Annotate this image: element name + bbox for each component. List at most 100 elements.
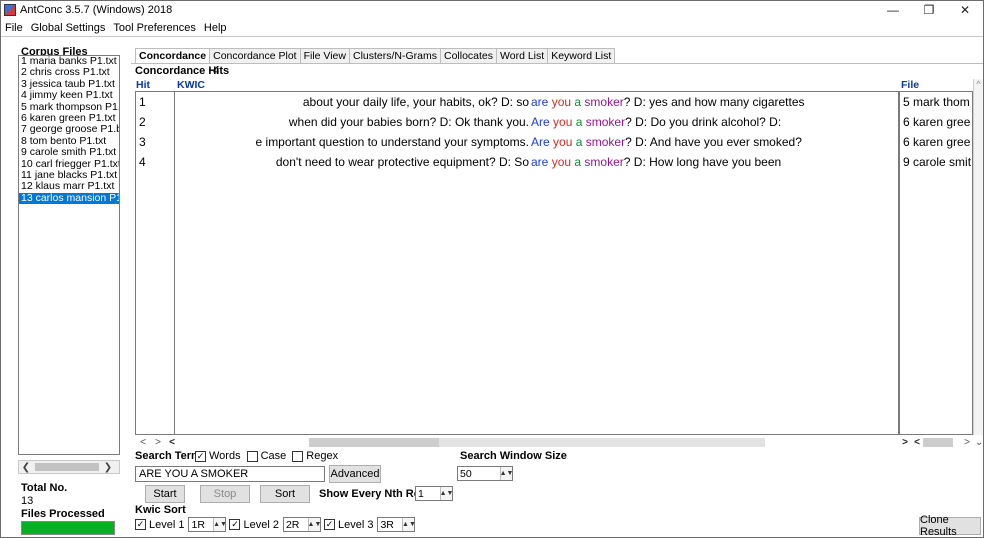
corpus-file-item[interactable]: 2 chris cross P1.txt <box>19 67 119 78</box>
kwic-keyword[interactable]: Are <box>531 135 550 149</box>
level3-checkbox[interactable]: ✓ Level 3 <box>323 519 373 531</box>
scroll-thumb[interactable] <box>309 437 439 447</box>
regex-checkbox[interactable]: Regex <box>292 450 338 462</box>
corpus-file-list[interactable]: 1 maria banks P1.txt 2 chris cross P1.txt… <box>18 55 120 455</box>
hit-number[interactable]: 4 <box>136 152 174 172</box>
corpus-file-item[interactable]: 1 maria banks P1.txt <box>19 56 119 67</box>
kwic-keyword[interactable]: you <box>552 95 571 109</box>
menu-file[interactable]: File <box>5 22 23 34</box>
kwic-row[interactable]: when did your babies born? D: Ok thank y… <box>175 112 898 132</box>
advanced-button[interactable]: Advanced <box>329 465 381 483</box>
kwic-keyword[interactable]: smoker <box>584 95 623 109</box>
kwic-row[interactable]: don't need to wear protective equipment?… <box>175 152 898 172</box>
kwic-keyword-and-right-context[interactable]: Are you a smoker? D: And have you ever s… <box>531 132 802 152</box>
sort-button[interactable]: Sort <box>260 485 310 503</box>
kwic-keyword-and-right-context[interactable]: are you a smoker? D: yes and how many ci… <box>531 92 805 112</box>
stop-button[interactable]: Stop <box>200 485 250 503</box>
spin-updown-icon[interactable]: ▲▼ <box>440 487 453 500</box>
kwic-keyword[interactable]: a <box>576 135 583 149</box>
scroll-right-icon[interactable]: > <box>151 437 165 448</box>
hit-number-column[interactable]: 1234 <box>135 91 175 435</box>
kwic-keyword[interactable]: a <box>576 115 583 129</box>
nth-row-value[interactable]: 1 <box>416 488 440 500</box>
minimize-button[interactable]: — <box>875 1 911 19</box>
corpus-file-item[interactable]: 11 jane blacks P1.txt <box>19 170 119 181</box>
kwic-row[interactable]: about your daily life, your habits, ok? … <box>175 92 898 112</box>
corpus-file-item[interactable]: 7 george groose P1.b <box>19 124 119 135</box>
hit-number[interactable]: 2 <box>136 112 174 132</box>
kwic-keyword[interactable]: smoker <box>586 115 625 129</box>
tab-concordance-plot[interactable]: Concordance Plot <box>209 48 301 63</box>
corpus-file-item[interactable]: 13 carlos mansion P1. <box>19 192 119 205</box>
kwic-keyword[interactable]: a <box>574 155 581 169</box>
scroll-up-icon[interactable]: ^ <box>974 79 983 89</box>
file-column-vscrollbar[interactable]: ^ <box>973 79 983 435</box>
case-checkbox[interactable]: Case <box>246 450 286 462</box>
scroll-track[interactable] <box>439 437 765 447</box>
level1-value[interactable]: 1R <box>189 519 213 531</box>
scroll-right-icon[interactable]: > <box>959 437 975 448</box>
column-header-hit[interactable]: Hit <box>136 79 150 91</box>
window-size-value[interactable]: 50 <box>458 468 500 480</box>
file-hscrollbar[interactable]: > < > ⌄ <box>899 435 983 449</box>
restore-button[interactable]: ❐ <box>911 1 947 19</box>
corpus-file-item[interactable]: 10 carl friegger P1.txt <box>19 159 119 170</box>
kwic-keyword[interactable]: smoker <box>584 155 623 169</box>
hit-number[interactable]: 3 <box>136 132 174 152</box>
scroll-left-icon[interactable]: < <box>165 437 179 448</box>
file-cell[interactable]: 5 mark thom <box>900 92 972 112</box>
menu-help[interactable]: Help <box>204 22 227 34</box>
menu-global-settings[interactable]: Global Settings <box>31 22 106 34</box>
spin-updown-icon[interactable]: ▲▼ <box>308 518 321 531</box>
kwic-keyword[interactable]: are <box>531 95 548 109</box>
words-checkbox[interactable]: ✓ Words <box>195 450 241 462</box>
kwic-keyword[interactable]: Are <box>531 115 550 129</box>
start-button[interactable]: Start <box>145 485 185 503</box>
file-cell[interactable]: 6 karen gree <box>900 112 972 132</box>
spin-updown-icon[interactable]: ▲▼ <box>402 518 416 531</box>
scroll-left-icon[interactable]: < <box>135 437 151 448</box>
nth-row-stepper[interactable]: 1 ▲▼ <box>415 486 453 501</box>
spin-updown-icon[interactable]: ▲▼ <box>213 518 227 531</box>
column-header-kwic[interactable]: KWIC <box>177 79 205 91</box>
kwic-keyword[interactable]: you <box>552 155 571 169</box>
file-cell[interactable]: 6 karen gree <box>900 132 972 152</box>
level2-checkbox[interactable]: ✓ Level 2 <box>229 519 279 531</box>
search-term-input[interactable]: ARE YOU A SMOKER <box>135 466 325 482</box>
corpus-file-item[interactable]: 5 mark thompson P1.t <box>19 102 119 113</box>
level1-checkbox[interactable]: ✓ Level 1 <box>135 519 184 531</box>
scroll-right-icon[interactable]: ❯ <box>101 462 115 473</box>
kwic-keyword[interactable]: you <box>553 115 572 129</box>
hit-number[interactable]: 1 <box>136 92 174 112</box>
level1-stepper[interactable]: 1R ▲▼ <box>188 517 227 532</box>
tab-file-view[interactable]: File View <box>299 48 350 63</box>
kwic-row[interactable]: e important question to understand your … <box>175 132 898 152</box>
clone-results-button[interactable]: Clone Results <box>919 514 981 538</box>
kwic-keyword[interactable]: a <box>574 95 581 109</box>
menu-tool-preferences[interactable]: Tool Preferences <box>113 22 196 34</box>
scroll-down-icon[interactable]: ⌄ <box>975 437 983 448</box>
tab-keyword-list[interactable]: Keyword List <box>547 48 616 63</box>
kwic-keyword[interactable]: you <box>553 135 572 149</box>
corpus-file-item[interactable]: 9 carole smith P1.txt <box>19 147 119 158</box>
spin-updown-icon[interactable]: ▲▼ <box>500 467 513 480</box>
column-header-file[interactable]: File <box>901 79 919 91</box>
corpus-list-hscrollbar[interactable]: ❮ ❯ <box>18 460 120 474</box>
kwic-hscrollbar[interactable]: < > < <box>135 435 899 449</box>
scroll-right-icon[interactable]: > <box>899 437 911 448</box>
scroll-left-icon[interactable]: < <box>911 437 923 448</box>
level2-value[interactable]: 2R <box>284 519 308 531</box>
level3-value[interactable]: 3R <box>378 519 402 531</box>
file-column[interactable]: 5 mark thom 6 karen gree 6 karen gree 9 car… <box>899 91 973 435</box>
tab-collocates[interactable]: Collocates <box>440 48 498 63</box>
corpus-file-item[interactable]: 8 tom bento P1.txt <box>19 136 119 147</box>
kwic-keyword[interactable]: smoker <box>586 135 625 149</box>
corpus-file-item[interactable]: 3 jessica taub P1.txt <box>19 79 119 90</box>
window-size-stepper[interactable]: 50 ▲▼ <box>457 466 513 481</box>
level2-stepper[interactable]: 2R ▲▼ <box>282 517 321 532</box>
kwic-keyword[interactable]: are <box>531 155 548 169</box>
file-cell[interactable]: 9 carole smit <box>900 152 972 172</box>
corpus-file-item[interactable]: 12 klaus marr P1.txt <box>19 181 119 192</box>
tab-clusters-ngrams[interactable]: Clusters/N-Grams <box>348 48 441 63</box>
close-button[interactable]: ✕ <box>947 1 983 19</box>
